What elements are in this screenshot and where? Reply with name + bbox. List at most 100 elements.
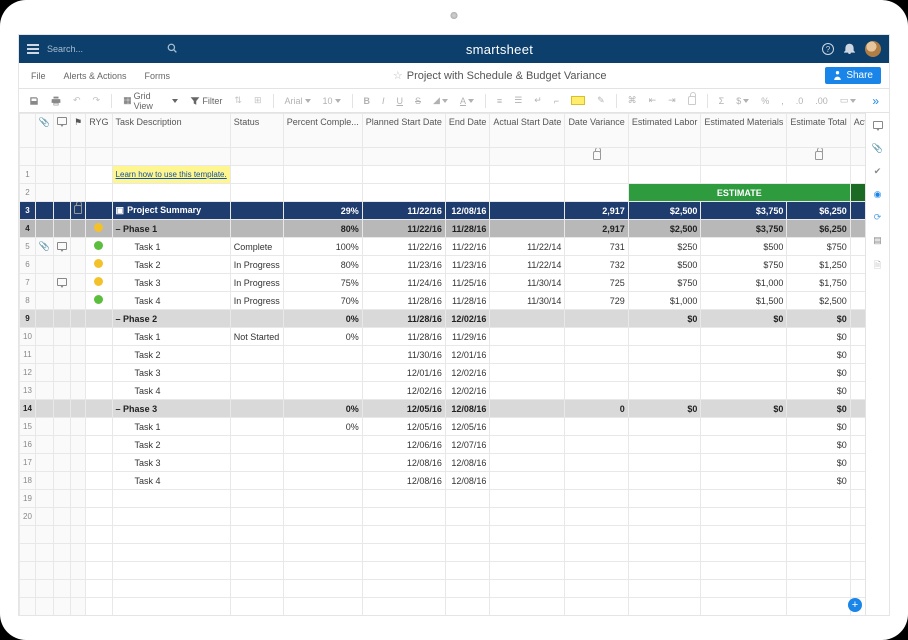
format-icon[interactable]: ⌐ (550, 94, 563, 108)
col-comment[interactable] (54, 114, 71, 148)
col-pstart[interactable]: Planned Start Date (362, 114, 445, 148)
star-icon[interactable]: ☆ (393, 70, 403, 82)
table-row[interactable] (20, 544, 866, 562)
table-row[interactable]: 11Task 211/30/1612/01/16$0$0$01.5d10 (20, 346, 866, 364)
print-icon[interactable] (47, 94, 65, 108)
align-left-icon[interactable]: ≡ (493, 94, 506, 108)
col-dvar[interactable]: Date Variance (565, 114, 628, 148)
view-icon[interactable]: ⊞ (250, 93, 266, 108)
table-row[interactable]: 7Task 3In Progress75%11/24/1611/25/1611/… (20, 274, 866, 292)
sheet-grid[interactable]: 📎 ⚑ RYG Task Description Status Percent … (19, 113, 865, 615)
col-attachment[interactable]: 📎 (35, 114, 53, 148)
sum-icon[interactable]: Σ (715, 94, 729, 108)
undo-icon[interactable]: ↶ (69, 93, 85, 108)
table-row[interactable]: 10Task 1Not Started0%11/28/1611/29/16$0$… (20, 328, 866, 346)
view-switcher[interactable]: ▦ Grid View (119, 89, 182, 113)
summary-icon[interactable]: ▤ (873, 235, 882, 246)
table-row[interactable]: 16Task 212/06/1612/07/16$0$0$02d15 (20, 436, 866, 454)
table-row[interactable] (20, 562, 866, 580)
table-row[interactable]: 19 (20, 490, 866, 508)
menu-forms[interactable]: Forms (141, 69, 175, 83)
col-etot[interactable]: Estimate Total (787, 114, 850, 148)
table-row[interactable] (20, 526, 866, 544)
menu-icon[interactable] (27, 42, 39, 56)
redo-icon[interactable]: ↷ (89, 93, 105, 108)
toolbar-chevron-icon[interactable]: » (868, 92, 883, 110)
table-row[interactable]: 20 (20, 508, 866, 526)
currency-icon[interactable]: $ (732, 94, 753, 108)
italic-icon[interactable]: I (378, 94, 389, 108)
col-flag[interactable]: ⚑ (71, 114, 86, 148)
col-alab[interactable]: Actual Labor (850, 114, 865, 148)
estimate-banner: ESTIMATE (628, 184, 850, 202)
table-row[interactable] (20, 598, 866, 616)
search-input[interactable] (47, 44, 177, 54)
table-row[interactable]: 9– Phase 20%11/28/1612/02/16$0$0$0$0$05d (20, 310, 866, 328)
col-ryg[interactable]: RYG (86, 114, 112, 148)
thousands-icon[interactable]: , (777, 94, 788, 108)
global-search[interactable] (47, 44, 177, 54)
align-center-icon[interactable]: ☰ (510, 93, 526, 108)
search-icon[interactable] (167, 43, 177, 55)
attachments-panel-icon[interactable]: 📎 (872, 143, 883, 154)
lock-indicator-row (20, 148, 866, 166)
font-size-selector[interactable]: 10 (319, 94, 345, 108)
table-row[interactable]: 1Learn how to use this template. (20, 166, 866, 184)
brief-icon[interactable]: 🗎 (874, 258, 881, 274)
table-row[interactable] (20, 580, 866, 598)
highlight-icon[interactable] (567, 94, 589, 107)
template-help-link[interactable]: Learn how to use this template. (116, 170, 227, 179)
conversations-icon[interactable] (873, 121, 883, 131)
menu-file[interactable]: File (27, 69, 50, 83)
table-row[interactable]: 2ESTIMATEACTUALS (20, 184, 866, 202)
lock-toolbar-icon[interactable] (684, 94, 700, 107)
col-elab[interactable]: Estimated Labor (628, 114, 701, 148)
share-button[interactable]: Share (825, 67, 881, 84)
dec-increase-icon[interactable]: .00 (811, 94, 832, 108)
table-row[interactable]: 18Task 412/08/1612/08/16$0$0$0017 (20, 472, 866, 490)
col-task[interactable]: Task Description (112, 114, 230, 148)
publish-icon[interactable]: ◉ (874, 189, 882, 200)
bold-icon[interactable]: B (359, 94, 374, 108)
help-icon[interactable]: ? (822, 43, 834, 55)
table-row[interactable]: 12Task 312/01/1612/02/16$0$0$01.5d11 (20, 364, 866, 382)
proof-icon[interactable]: ✔ (874, 166, 882, 177)
table-row[interactable]: 15Task 10%12/05/1612/05/16$0$0$01d13, 8 (20, 418, 866, 436)
table-row[interactable]: 5📎Task 1Complete100%11/22/1611/22/1611/2… (20, 238, 866, 256)
outdent-icon[interactable]: ⇤ (645, 93, 661, 108)
notifications-icon[interactable] (844, 43, 855, 56)
table-row[interactable]: 14– Phase 30%12/05/1612/08/160$0$0$0$0$0… (20, 400, 866, 418)
table-row[interactable]: 13Task 412/02/1612/02/16$0$0$0012 (20, 382, 866, 400)
col-emat[interactable]: Estimated Materials (701, 114, 787, 148)
link-icon[interactable]: ⌘ (624, 93, 641, 108)
column-header-row[interactable]: 📎 ⚑ RYG Task Description Status Percent … (20, 114, 866, 148)
font-selector[interactable]: Arial (280, 94, 314, 108)
sort-icon[interactable]: ⇅ (230, 93, 246, 108)
strike-icon[interactable]: S (411, 94, 425, 108)
dec-decrease-icon[interactable]: .0 (792, 94, 808, 108)
filter-button[interactable]: Filter (186, 94, 226, 108)
account-avatar[interactable] (865, 41, 881, 57)
col-status[interactable]: Status (230, 114, 283, 148)
col-end[interactable]: End Date (445, 114, 490, 148)
col-astart[interactable]: Actual Start Date (490, 114, 565, 148)
table-row[interactable]: 8Task 4In Progress70%11/28/1611/28/1611/… (20, 292, 866, 310)
text-color-icon[interactable]: A (456, 94, 478, 108)
table-row[interactable]: 4– Phase 180%11/22/1611/28/162,917$2,500… (20, 220, 866, 238)
col-pct[interactable]: Percent Comple... (283, 114, 362, 148)
date-format-icon[interactable]: ▭ (836, 93, 861, 108)
menu-alerts[interactable]: Alerts & Actions (60, 69, 131, 83)
flag-icon: ⚑ (74, 117, 82, 127)
underline-icon[interactable]: U (393, 94, 408, 108)
percent-icon[interactable]: % (757, 94, 773, 108)
table-row[interactable]: 17Task 312/08/1612/08/16$0$0$01d16 (20, 454, 866, 472)
table-row[interactable]: 6Task 2In Progress80%11/23/1611/23/1611/… (20, 256, 866, 274)
table-row[interactable]: 3▣Project Summary29%11/22/1612/08/162,91… (20, 202, 866, 220)
clear-format-icon[interactable]: ✎ (593, 93, 609, 108)
wrap-icon[interactable]: ↵ (530, 93, 546, 108)
save-icon[interactable] (25, 94, 43, 108)
fill-color-icon[interactable]: ◢ (429, 93, 452, 108)
add-row-button[interactable]: + (848, 598, 862, 612)
indent-icon[interactable]: ⇥ (664, 93, 680, 108)
history-icon[interactable]: ⟳ (874, 212, 882, 223)
